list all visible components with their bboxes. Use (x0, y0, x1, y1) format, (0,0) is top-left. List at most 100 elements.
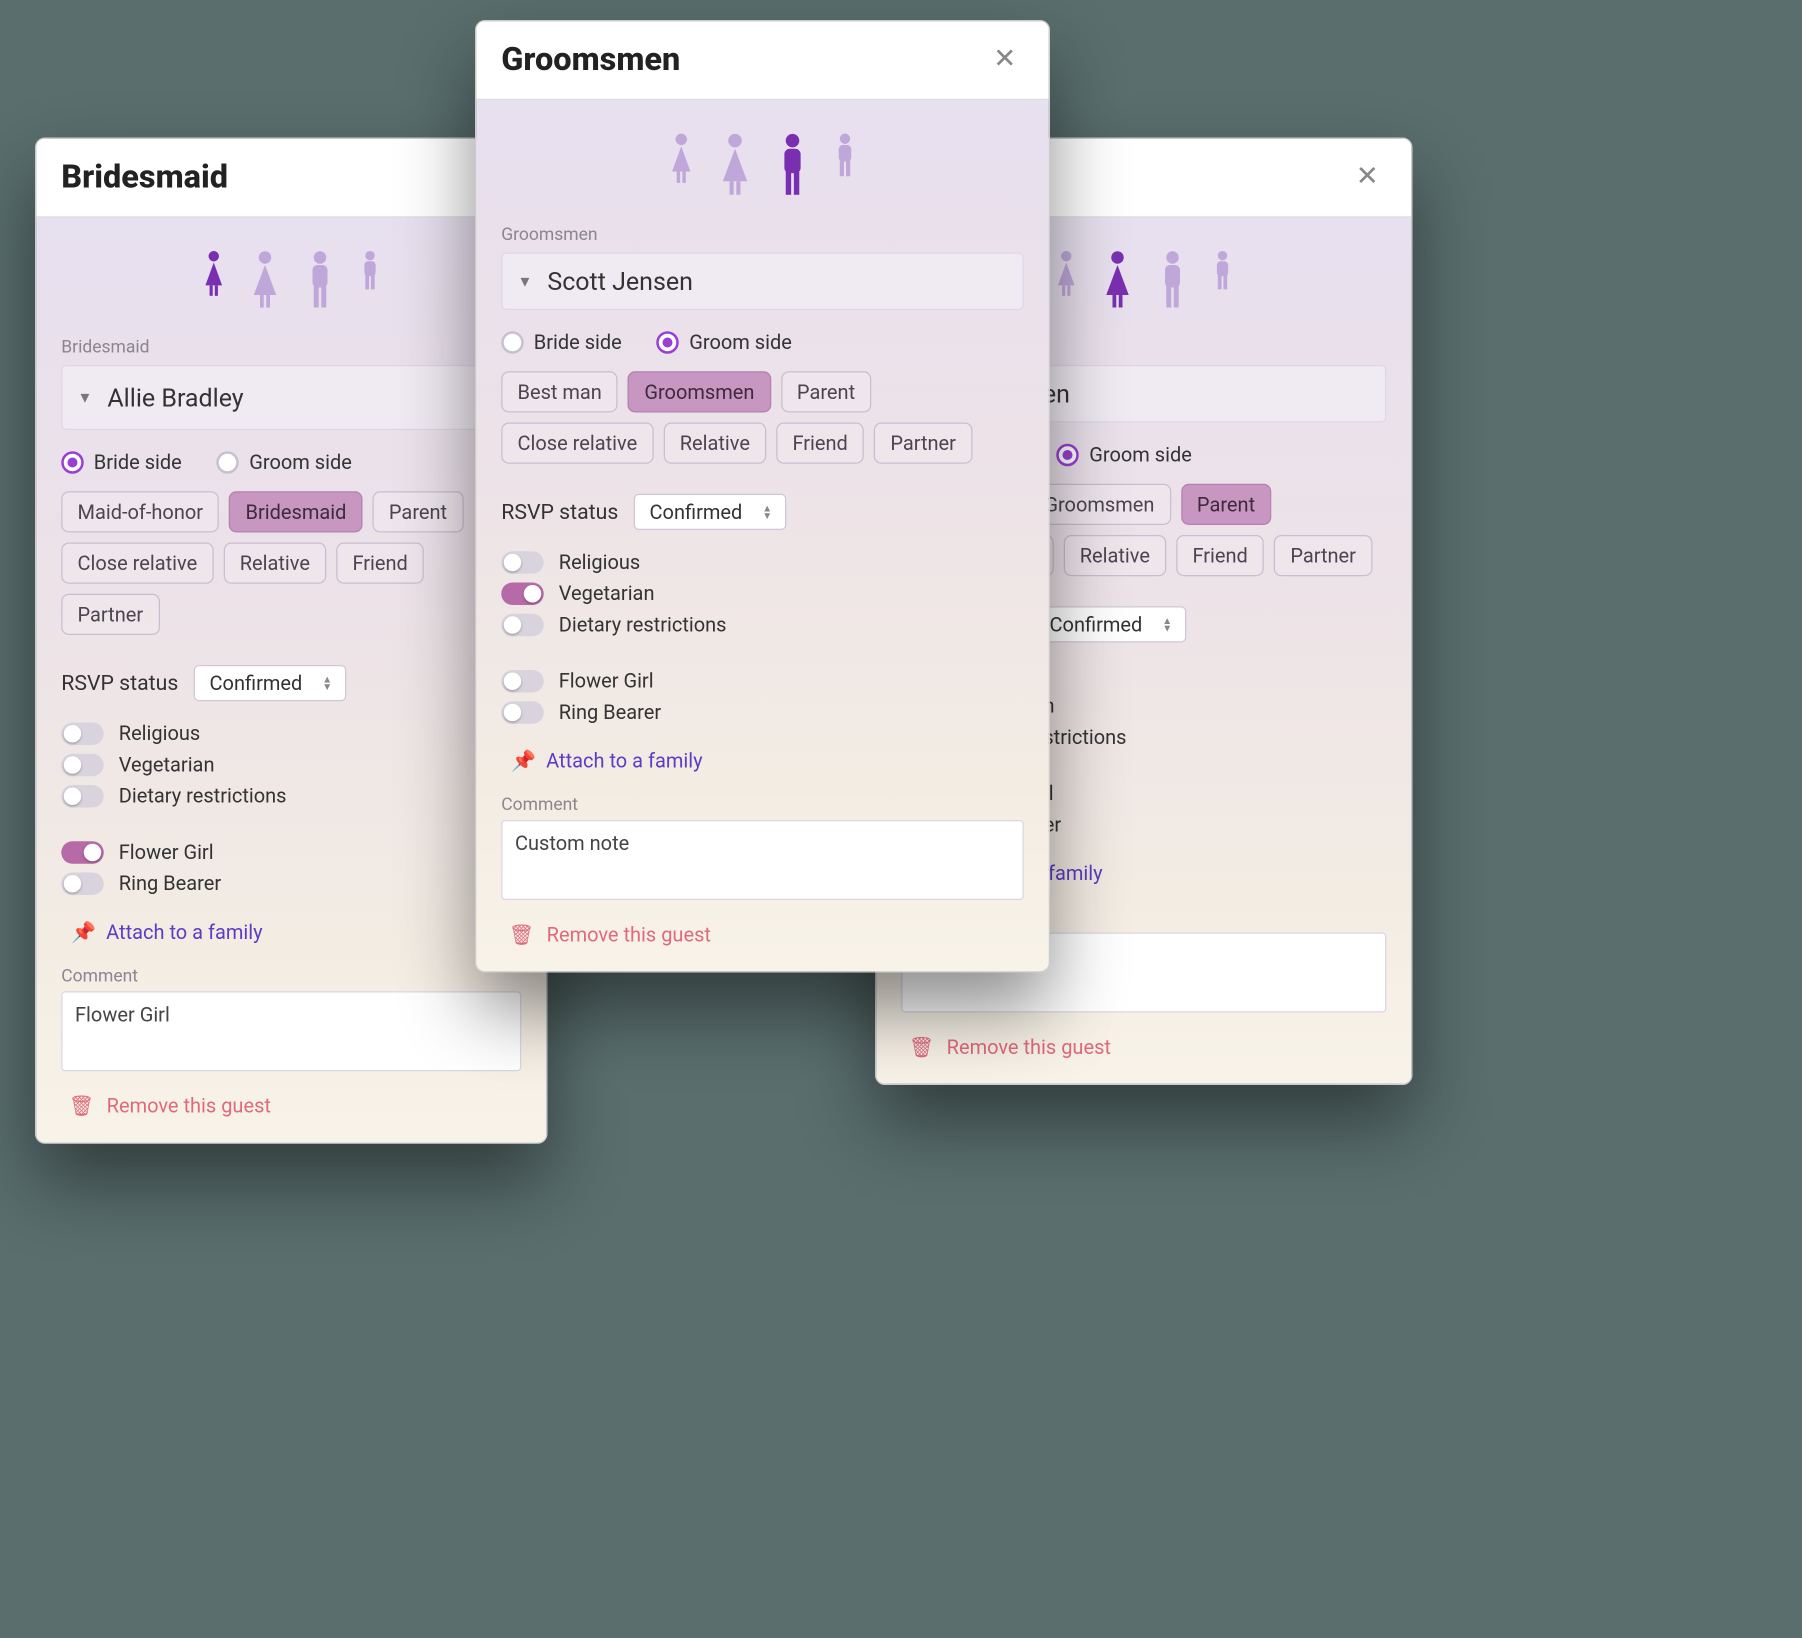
chip-bridesmaid[interactable]: Bridesmaid (229, 491, 362, 532)
toggle-label: Ring Bearer (559, 700, 661, 724)
radio-groom-side[interactable]: Groom side (657, 330, 792, 354)
select-arrows-icon: ▲▼ (322, 676, 332, 691)
toggle-switch[interactable] (501, 701, 544, 724)
toggle-ring-bearer: Ring Bearer (501, 700, 1024, 724)
comment-input[interactable]: Custom note (501, 820, 1024, 900)
rsvp-value: Confirmed (650, 500, 743, 524)
role-chips: Maid-of-honor Bridesmaid Parent Close re… (61, 491, 521, 635)
toggle-ring-bearer: Ring Bearer (61, 871, 521, 895)
comment-input[interactable]: Flower Girl (61, 991, 521, 1071)
side-selector: Bride side Groom side (61, 450, 521, 474)
attach-family-link[interactable]: 📌Attach to a family (71, 920, 262, 944)
chip-friend[interactable]: Friend (776, 423, 864, 464)
card-header: Bridesmaid (36, 139, 546, 218)
card-header: Groomsmen ✕ (476, 21, 1049, 100)
pin-icon: 📌 (511, 749, 536, 773)
gender-boy-icon[interactable] (359, 250, 382, 310)
radio-groom-side[interactable]: Groom side (217, 450, 352, 474)
toggle-vegetarian: Vegetarian (501, 581, 1024, 605)
close-icon: ✕ (1356, 161, 1379, 192)
name-select[interactable]: ▼ Scott Jensen (501, 253, 1024, 311)
role-subhead: Bridesmaid (61, 338, 521, 358)
toggle-switch[interactable] (501, 613, 544, 636)
gender-row (501, 120, 1024, 218)
rsvp-select[interactable]: Confirmed▲▼ (1033, 606, 1186, 642)
gender-boy-icon[interactable] (1211, 250, 1234, 310)
rsvp-select[interactable]: Confirmed▲▼ (633, 494, 786, 530)
chip-friend[interactable]: Friend (336, 543, 424, 584)
remove-label: Remove this guest (947, 1035, 1111, 1059)
remove-guest-link[interactable]: 🗑 Remove this guest (61, 1094, 271, 1118)
attach-family-link[interactable]: 📌 Attach to a family (511, 749, 702, 773)
radio-label: Bride side (94, 450, 182, 474)
guest-name: Allie Bradley (107, 383, 477, 413)
toggle-switch[interactable] (61, 784, 104, 807)
chip-maid-of-honor[interactable]: Maid-of-honor (61, 491, 219, 532)
radio-bride-side[interactable]: Bride side (61, 450, 182, 474)
chip-parent[interactable]: Parent (1181, 484, 1272, 525)
toggle-religious: Religious (61, 721, 521, 745)
remove-label: Remove this guest (107, 1094, 271, 1118)
chip-best-man[interactable]: Best man (501, 371, 618, 412)
chip-parent[interactable]: Parent (781, 371, 872, 412)
rsvp-row: RSVP status Confirmed▲▼ (501, 494, 1024, 530)
attach-label: Attach to a family (546, 749, 702, 773)
toggle-switch[interactable] (501, 551, 544, 574)
radio-label: Groom side (249, 450, 352, 474)
remove-guest-link[interactable]: 🗑Remove this guest (501, 923, 711, 947)
gender-woman-icon[interactable] (1101, 250, 1134, 310)
radio-label: Bride side (534, 330, 622, 354)
chip-close-relative[interactable]: Close relative (61, 543, 213, 584)
toggle-label: Flower Girl (559, 669, 654, 693)
remove-guest-link[interactable]: 🗑Remove this guest (901, 1035, 1111, 1059)
toggle-label: Ring Bearer (119, 871, 221, 895)
chip-partner[interactable]: Partner (61, 594, 159, 635)
gender-woman-icon[interactable] (718, 133, 753, 198)
gender-row (61, 238, 521, 331)
radio-groom-side[interactable]: Groom side (1057, 443, 1192, 467)
toggle-switch[interactable] (61, 753, 104, 776)
close-button[interactable]: ✕ (986, 44, 1024, 77)
gender-girl-icon[interactable] (1054, 250, 1079, 310)
chip-friend[interactable]: Friend (1176, 535, 1264, 576)
pin-icon: 📌 (71, 920, 96, 944)
card-body: Bridesmaid ▼ Allie Bradley Bride side Gr… (36, 218, 546, 1143)
radio-icon (61, 451, 84, 474)
gender-man-icon[interactable] (775, 133, 810, 198)
comment-label: Comment (61, 966, 521, 986)
chip-groomsmen[interactable]: Groomsmen (628, 371, 771, 412)
trash-icon: 🗑 (69, 1094, 94, 1118)
toggle-dietary: Dietary restrictions (61, 784, 521, 808)
gender-man-icon[interactable] (1156, 250, 1189, 310)
chip-relative[interactable]: Relative (1063, 535, 1166, 576)
remove-label: Remove this guest (547, 923, 711, 947)
toggle-label: Vegetarian (119, 753, 215, 777)
chip-partner[interactable]: Partner (874, 423, 972, 464)
card-title: Groomsmen (501, 41, 680, 79)
rsvp-value: Confirmed (210, 671, 303, 695)
toggle-switch[interactable] (501, 582, 544, 605)
toggle-switch[interactable] (501, 669, 544, 692)
chip-relative[interactable]: Relative (223, 543, 326, 584)
rsvp-select[interactable]: Confirmed ▲▼ (193, 665, 346, 701)
close-button[interactable]: ✕ (1348, 161, 1386, 194)
comment-label: Comment (501, 795, 1024, 815)
chip-relative[interactable]: Relative (663, 423, 766, 464)
chip-close-relative[interactable]: Close relative (501, 423, 653, 464)
gender-woman-icon[interactable] (249, 250, 282, 310)
radio-bride-side[interactable]: Bride side (501, 330, 622, 354)
chip-partner[interactable]: Partner (1274, 535, 1372, 576)
toggle-switch[interactable] (61, 722, 104, 745)
toggle-label: Religious (119, 721, 201, 745)
chip-parent[interactable]: Parent (373, 491, 464, 532)
gender-girl-icon[interactable] (201, 250, 226, 310)
guest-card-bridesmaid: Bridesmaid Bridesmaid ▼ Allie Bradley Br… (35, 138, 548, 1144)
toggle-vegetarian: Vegetarian (61, 753, 521, 777)
gender-boy-icon[interactable] (833, 133, 858, 198)
name-select[interactable]: ▼ Allie Bradley (61, 365, 521, 430)
gender-girl-icon[interactable] (668, 133, 696, 198)
gender-man-icon[interactable] (304, 250, 337, 310)
toggle-label: Flower Girl (119, 840, 214, 864)
toggle-switch[interactable] (61, 841, 104, 864)
toggle-switch[interactable] (61, 872, 104, 895)
